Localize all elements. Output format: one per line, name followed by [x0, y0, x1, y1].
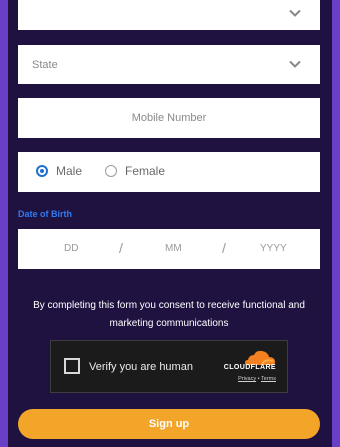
cloudflare-wordmark: CLOUDFLARE — [223, 364, 276, 371]
radio-male[interactable]: Male — [36, 164, 82, 178]
cloudflare-captcha: Verify you are human CLOUDFLARE Privacy … — [50, 340, 288, 393]
captcha-checkbox[interactable] — [64, 358, 80, 374]
mobile-number-placeholder: Mobile Number — [131, 112, 207, 124]
mobile-number-input[interactable]: Mobile Number — [18, 98, 320, 138]
date-of-birth-label: Date of Birth — [18, 209, 72, 219]
dob-year-input[interactable]: YYYY — [260, 243, 287, 254]
dob-day-input[interactable]: DD — [64, 243, 78, 254]
consent-line-1: By completing this form you consent to r… — [33, 300, 305, 311]
consent-line-2: marketing communications — [109, 318, 229, 329]
chevron-down-icon — [289, 60, 301, 68]
captcha-label: Verify you are human — [89, 361, 193, 373]
terms-link[interactable]: Terms — [261, 376, 276, 382]
radio-female[interactable]: Female — [105, 164, 165, 178]
gender-field: Male Female — [18, 152, 320, 192]
dob-separator: / — [222, 240, 226, 256]
dob-month-input[interactable]: MM — [165, 243, 182, 254]
date-of-birth-field: DD / MM / YYYY — [18, 229, 320, 269]
right-purple-border — [332, 0, 340, 447]
sign-up-button[interactable]: Sign up — [18, 409, 320, 439]
privacy-link[interactable]: Privacy — [238, 376, 256, 382]
chevron-down-icon — [289, 9, 301, 17]
state-select-label: State — [32, 59, 58, 71]
dob-separator: / — [119, 240, 123, 256]
radio-male-label: Male — [56, 164, 83, 178]
consent-text: By completing this form you consent to r… — [18, 297, 320, 333]
captcha-links: Privacy • Terms — [238, 376, 276, 382]
top-select[interactable] — [18, 0, 320, 30]
radio-male-circle — [36, 165, 48, 177]
radio-female-circle — [105, 165, 117, 177]
left-purple-border — [0, 0, 8, 447]
state-select[interactable]: State — [18, 45, 320, 84]
radio-female-label: Female — [125, 164, 166, 178]
links-separator: • — [257, 376, 260, 382]
